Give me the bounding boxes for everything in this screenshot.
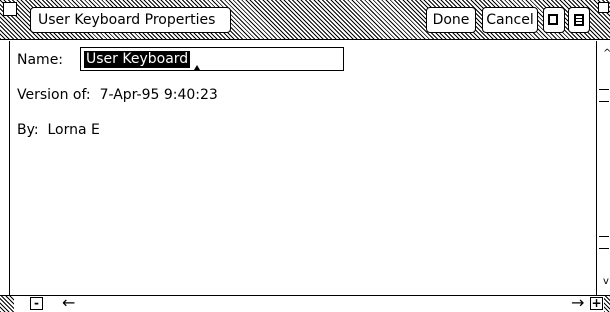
version-label: Version of: bbox=[17, 87, 91, 103]
window-corner-handle-right[interactable] bbox=[598, 2, 609, 13]
horizontal-scrollbar[interactable]: - ← → + bbox=[0, 294, 610, 312]
window-corner-handle[interactable] bbox=[3, 2, 17, 16]
properties-form: Name: User Keyboard Version of: 7-Apr-95… bbox=[10, 41, 596, 295]
scroll-down-mark-icon[interactable]: v bbox=[603, 277, 609, 287]
menu-button[interactable] bbox=[568, 7, 590, 33]
name-field[interactable]: User Keyboard bbox=[80, 47, 344, 71]
menu-icon bbox=[574, 14, 584, 26]
done-button[interactable]: Done bbox=[426, 7, 476, 33]
name-value-selected[interactable]: User Keyboard bbox=[84, 51, 191, 68]
by-value: Lorna E bbox=[47, 122, 100, 138]
version-row: Version of: 7-Apr-95 9:40:23 bbox=[17, 86, 218, 104]
scroll-plus-button[interactable]: + bbox=[590, 297, 603, 310]
name-label: Name: bbox=[17, 52, 64, 68]
scroll-tick bbox=[599, 236, 609, 237]
scroll-tick bbox=[599, 89, 609, 90]
scroll-corner-left bbox=[0, 296, 14, 312]
version-value: 7-Apr-95 9:40:23 bbox=[99, 87, 218, 103]
left-frame bbox=[0, 41, 10, 295]
by-label: By: bbox=[17, 122, 39, 138]
square-window-icon bbox=[548, 14, 558, 25]
properties-window: User Keyboard Properties Done Cancel Nam… bbox=[0, 0, 610, 312]
cancel-button[interactable]: Cancel bbox=[482, 7, 538, 33]
by-row: By: Lorna E bbox=[17, 121, 100, 139]
scroll-right-arrow-icon[interactable]: → bbox=[571, 294, 584, 312]
scroll-up-mark-icon[interactable]: ^ bbox=[603, 49, 610, 59]
scroll-tick bbox=[599, 101, 609, 102]
vertical-scrollbar[interactable]: ^ v bbox=[596, 41, 610, 295]
scroll-tick bbox=[599, 248, 609, 249]
square-window-button[interactable] bbox=[543, 7, 565, 33]
scroll-left-arrow-icon[interactable]: ← bbox=[62, 294, 75, 312]
text-caret-icon bbox=[194, 65, 200, 70]
scroll-minus-button[interactable]: - bbox=[30, 297, 43, 310]
scroll-corner-right bbox=[604, 296, 610, 312]
window-title: User Keyboard Properties bbox=[30, 7, 231, 33]
title-bar[interactable]: User Keyboard Properties Done Cancel bbox=[0, 0, 610, 40]
